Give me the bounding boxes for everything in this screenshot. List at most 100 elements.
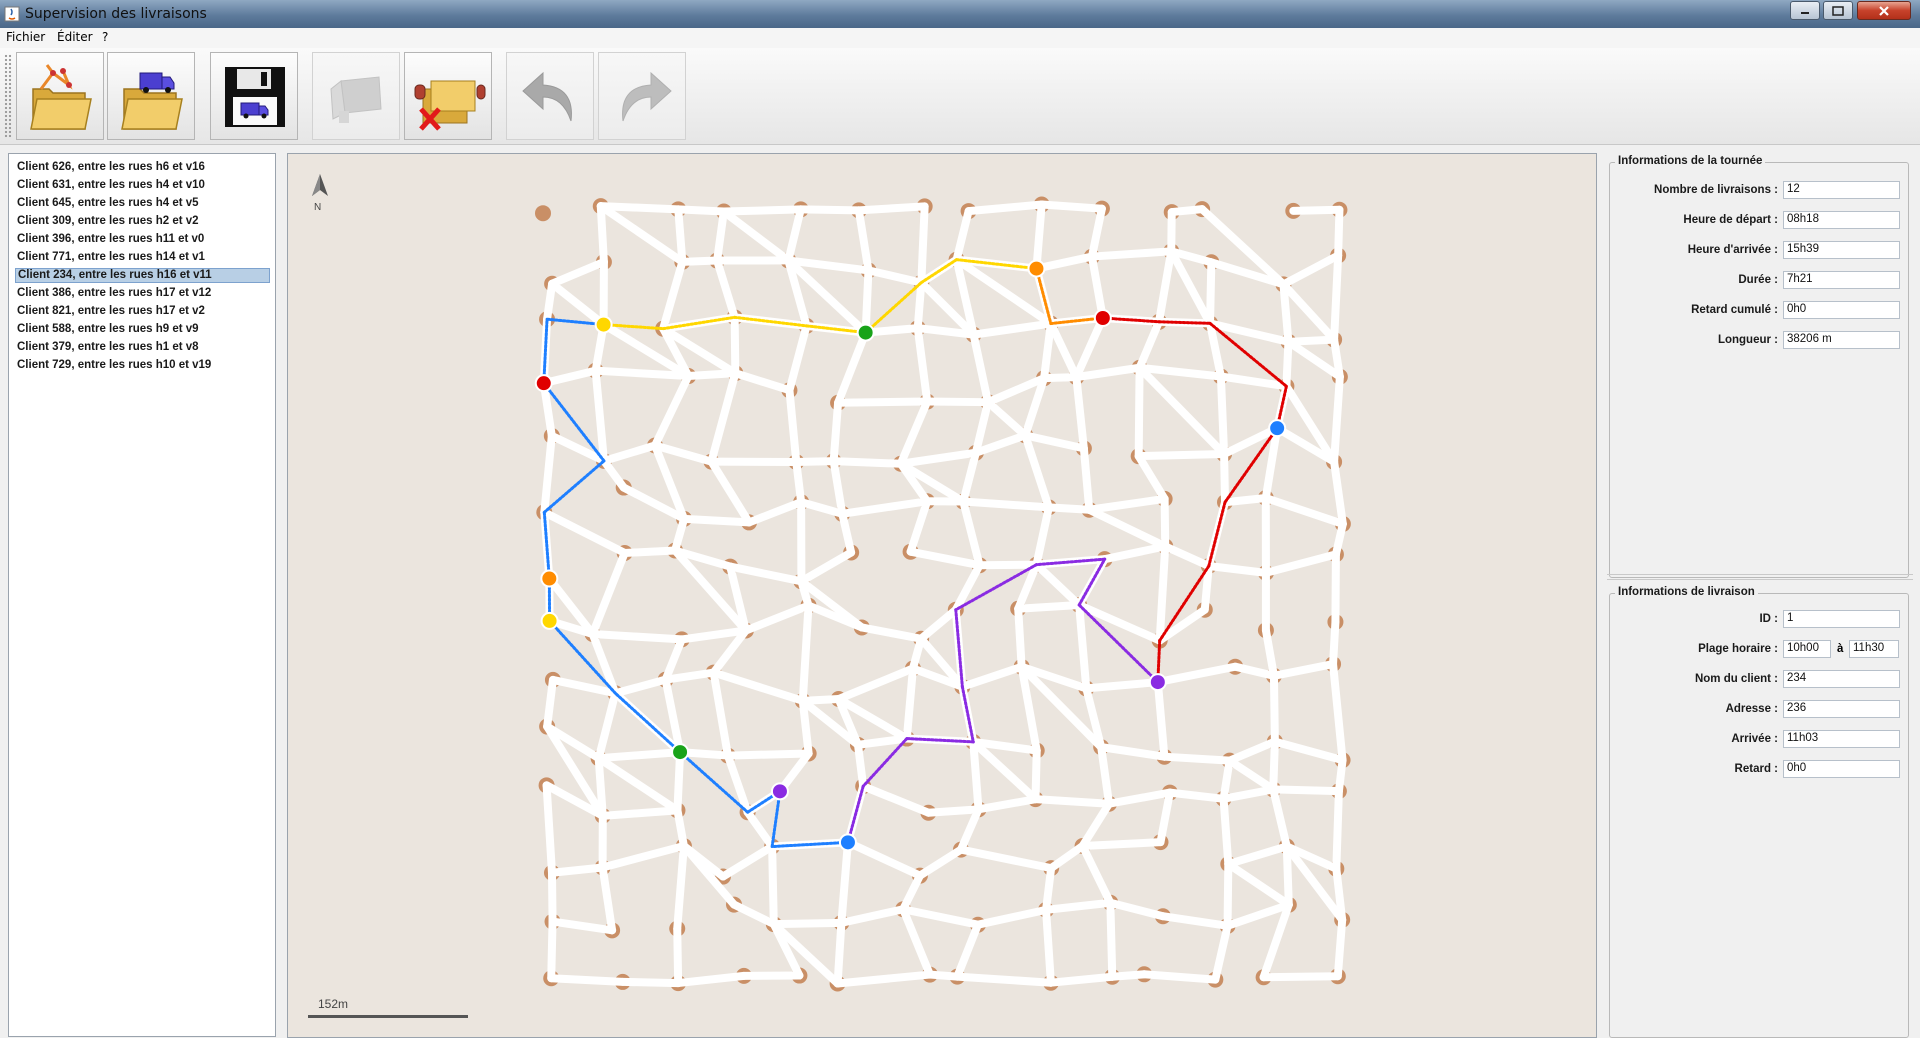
- tour-arrival-row: Heure d'arrivée : 15h39: [1610, 241, 1910, 261]
- client-list-item[interactable]: Client 588, entre les rues h9 et v9: [15, 322, 270, 337]
- menu-help[interactable]: ?: [102, 30, 108, 44]
- minimize-button[interactable]: [1790, 1, 1820, 20]
- street-segment: [1100, 542, 1170, 564]
- menu-editer[interactable]: Éditer: [57, 30, 93, 44]
- time-window-end-field[interactable]: 11h30: [1849, 640, 1899, 658]
- street-segment: [1231, 662, 1278, 680]
- client-list-item[interactable]: Client 234, entre les rues h16 et v11: [15, 268, 270, 283]
- delivery-point-marker[interactable]: [1027, 259, 1046, 278]
- street-segment: [1211, 921, 1232, 984]
- scale-bar: [308, 1015, 468, 1018]
- street-segment: [973, 905, 1051, 929]
- delivery-point-marker[interactable]: [1148, 673, 1167, 692]
- map-panel[interactable]: N 152m: [287, 153, 1597, 1038]
- street-segment: [984, 398, 1030, 440]
- remove-delivery-button[interactable]: [404, 52, 492, 140]
- delivery-point-marker[interactable]: [534, 374, 553, 393]
- client-list-item[interactable]: Client 821, entre les rues h17 et v2: [15, 304, 270, 319]
- address-field[interactable]: 236: [1783, 700, 1900, 718]
- street-segment: [1032, 503, 1053, 569]
- client-list-item[interactable]: Client 309, entre les rues h2 et v2: [15, 214, 270, 229]
- client-list-item[interactable]: Client 645, entre les rues h4 et v5: [15, 196, 270, 211]
- client-list-item[interactable]: Client 729, entre les rues h10 et v19: [15, 358, 270, 373]
- tour-deliveries-row: Nombre de livraisons : 12: [1610, 181, 1910, 201]
- delivery-point-marker[interactable]: [540, 569, 559, 588]
- open-plan-button[interactable]: [16, 52, 104, 140]
- delivery-point-marker[interactable]: [671, 743, 690, 762]
- delivery-point-marker[interactable]: [540, 611, 559, 630]
- deliveries-count-field[interactable]: 12: [1783, 181, 1900, 199]
- client-list-item[interactable]: Client 379, entre les rues h1 et v8: [15, 340, 270, 355]
- street-segment: [917, 605, 960, 643]
- street-segment: [1014, 604, 1026, 671]
- street-segment: [1032, 560, 1084, 609]
- street-segment: [1140, 970, 1220, 984]
- street-segment: [723, 749, 813, 760]
- length-field[interactable]: 38206 m: [1783, 331, 1900, 349]
- street-segment: [1108, 970, 1149, 981]
- street-segment: [1206, 258, 1216, 328]
- street-segment: [1259, 972, 1342, 982]
- map-canvas[interactable]: [288, 154, 1596, 1037]
- title-bar: Supervision des livraisons: [0, 0, 1920, 28]
- delivery-point-marker[interactable]: [594, 315, 613, 334]
- panel-splitter[interactable]: [1607, 574, 1913, 580]
- client-list-item[interactable]: Client 771, entre les rues h14 et v1: [15, 250, 270, 265]
- intersection-node[interactable]: [535, 205, 552, 222]
- toolbar-grip[interactable]: [4, 54, 12, 138]
- delivery-point-marker[interactable]: [856, 323, 875, 342]
- street-segment: [1042, 864, 1056, 914]
- street-segment: [713, 207, 728, 265]
- time-window-start-field[interactable]: 10h00: [1783, 640, 1831, 658]
- street-segment: [1220, 450, 1230, 507]
- delivery-delay-label: Retard :: [1734, 763, 1778, 775]
- client-list-item[interactable]: Client 396, entre les rues h11 et v0: [15, 232, 270, 247]
- street-segment: [547, 431, 608, 465]
- delivery-point-marker[interactable]: [1268, 419, 1287, 438]
- cumulative-delay-field[interactable]: 0h0: [1783, 301, 1900, 319]
- street-segment: [843, 838, 924, 880]
- length-label: Longueur :: [1717, 334, 1778, 346]
- duration-field[interactable]: 7h21: [1783, 271, 1900, 289]
- street-segment: [853, 740, 868, 791]
- street-segment: [659, 257, 687, 333]
- client-list-item[interactable]: Client 631, entre les rues h4 et v10: [15, 178, 270, 193]
- client-list-item[interactable]: Client 626, entre les rues h6 et v16: [15, 160, 270, 175]
- delivery-id-field[interactable]: 1: [1783, 610, 1900, 628]
- maximize-button[interactable]: [1823, 1, 1853, 20]
- street-segment: [899, 905, 934, 979]
- street-segment: [743, 808, 777, 851]
- delivery-point-marker[interactable]: [1093, 309, 1112, 328]
- departure-time-field[interactable]: 08h18: [1783, 211, 1900, 229]
- street-segment: [1046, 319, 1081, 382]
- close-button[interactable]: [1857, 1, 1911, 20]
- street-segment: [543, 279, 557, 324]
- open-deliveries-button[interactable]: [107, 52, 195, 140]
- delivery-arrival-field[interactable]: 11h03: [1783, 730, 1900, 748]
- street-segment: [768, 842, 778, 929]
- street-segment: [540, 431, 556, 517]
- street-segment: [969, 737, 983, 814]
- undo-button[interactable]: [506, 52, 594, 140]
- client-name-field[interactable]: 234: [1783, 670, 1900, 688]
- street-segment: [707, 457, 754, 527]
- redo-button[interactable]: [598, 52, 686, 140]
- client-list-item[interactable]: Client 386, entre les rues h17 et v12: [15, 286, 270, 301]
- street-segment: [913, 278, 926, 333]
- street-segment: [1330, 457, 1347, 528]
- street-segment: [1329, 617, 1340, 669]
- delivery-delay-field[interactable]: 0h0: [1783, 760, 1900, 778]
- arrival-time-field[interactable]: 15h39: [1783, 241, 1900, 259]
- delivery-id-label: ID :: [1759, 613, 1778, 625]
- menu-fichier[interactable]: Fichier: [6, 30, 45, 44]
- add-delivery-button[interactable]: [312, 52, 400, 140]
- street-segment: [1269, 671, 1279, 746]
- delivery-point-marker[interactable]: [770, 782, 789, 801]
- delivery-point-marker[interactable]: [838, 833, 857, 852]
- north-arrow-icon: [312, 174, 328, 196]
- tour-delay-row: Retard cumulé : 0h0: [1610, 301, 1910, 321]
- street-segment: [1221, 493, 1270, 507]
- street-segment: [1284, 335, 1339, 346]
- save-route-button[interactable]: [210, 52, 298, 140]
- street-segment: [1044, 503, 1094, 514]
